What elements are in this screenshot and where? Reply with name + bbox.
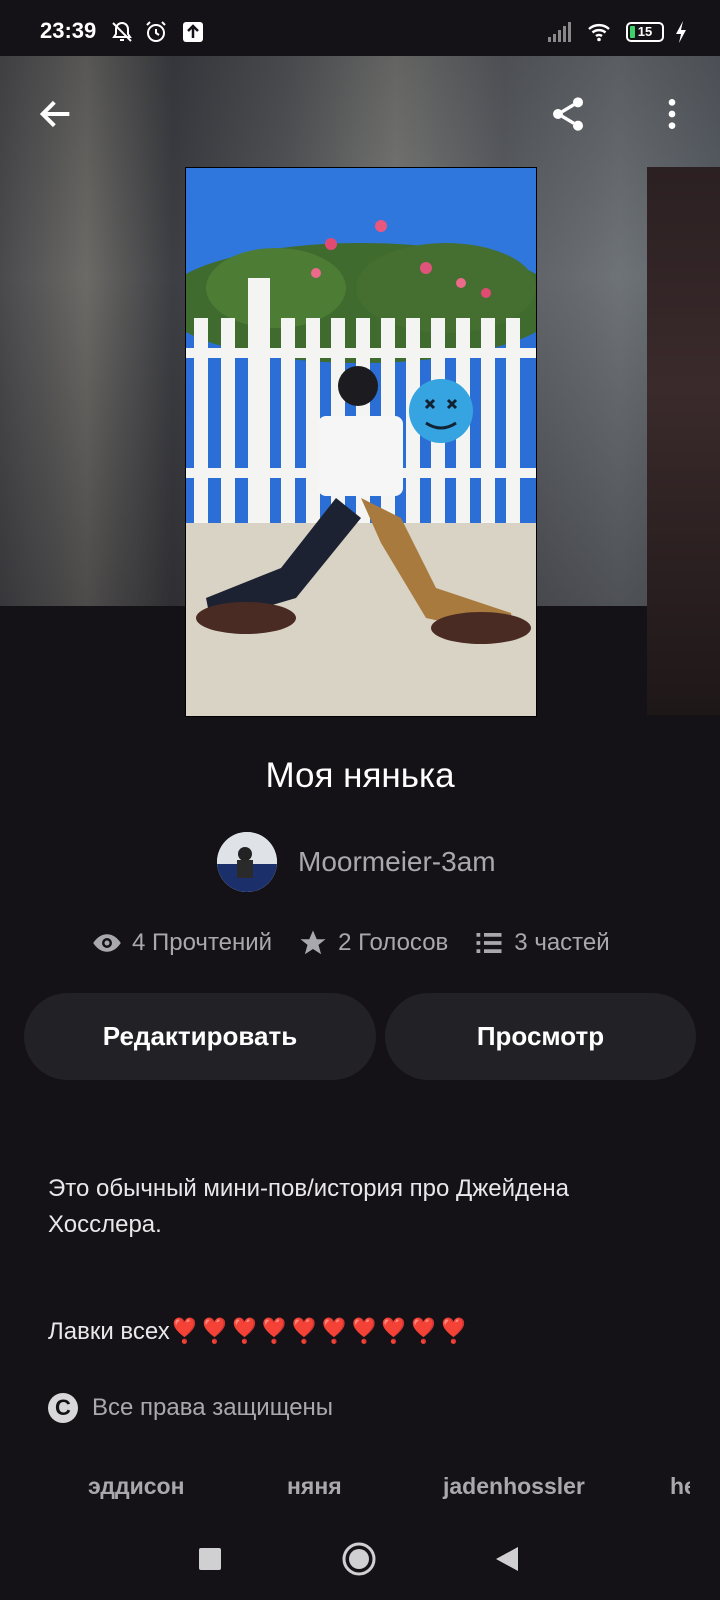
signal-icon (546, 20, 572, 44)
parts-stat[interactable]: 3 частей (474, 928, 610, 958)
more-options-button[interactable] (644, 86, 700, 142)
back-button[interactable] (28, 86, 84, 142)
eye-icon (93, 934, 121, 952)
status-time: 23:39 (40, 18, 97, 43)
home-circle-icon (342, 1542, 376, 1576)
edit-button[interactable]: Редактировать (24, 993, 376, 1080)
share-icon (553, 97, 583, 131)
votes-stat: 2 Голосов (298, 928, 448, 958)
copyright-icon: C (48, 1393, 78, 1423)
battery-icon: 15 (626, 22, 664, 42)
tag-chip[interactable]: эддисон (88, 1473, 184, 1500)
votes-count: 2 Голосов (338, 929, 449, 956)
list-icon (476, 933, 502, 953)
parts-count: 3 частей (514, 929, 610, 956)
reads-count: 4 Прочтений (132, 929, 273, 956)
status-bar: 23:39 15 (0, 0, 720, 56)
star-icon (300, 930, 326, 955)
reads-stat: 4 Прочтений (92, 928, 272, 958)
bell-off-icon (109, 20, 135, 44)
more-vertical-icon (668, 99, 676, 129)
avatar-image (217, 832, 277, 892)
battery-level: 15 (637, 24, 653, 39)
tag-chip[interactable]: няня (287, 1473, 342, 1500)
story-description-note: Лавки всех❣️❣️❣️❣️❣️❣️❣️❣️❣️❣️ (48, 1318, 469, 1345)
copyright-row: C Все права защищены (48, 1393, 333, 1423)
author-name[interactable]: Moormeier-3am (298, 846, 496, 878)
home-button[interactable] (334, 1534, 384, 1584)
upload-icon (180, 20, 206, 44)
story-description: Это обычный мини-пов/история про Джейден… (48, 1175, 570, 1238)
avatar[interactable] (217, 832, 277, 892)
alarm-icon (143, 20, 169, 44)
share-button[interactable] (540, 86, 596, 142)
triangle-back-icon (496, 1547, 518, 1571)
tag-list: эддисон няня jadenhossler he (0, 1473, 690, 1513)
next-story-cover[interactable] (647, 167, 720, 715)
tag-chip[interactable]: he (670, 1473, 690, 1500)
tag-chip[interactable]: jadenhossler (443, 1473, 585, 1500)
square-icon (199, 1548, 221, 1570)
author-row[interactable]: Moormeier-3am (217, 832, 496, 892)
preview-button[interactable]: Просмотр (385, 993, 696, 1080)
story-cover[interactable] (185, 167, 537, 717)
story-title: Моя нянька (265, 756, 455, 795)
arrow-left-icon (39, 100, 70, 128)
back-nav-button[interactable] (482, 1534, 532, 1584)
wifi-icon (584, 20, 614, 44)
recent-apps-button[interactable] (185, 1534, 235, 1584)
system-navigation-bar (0, 1520, 720, 1600)
cover-image (186, 168, 536, 716)
charging-icon (672, 20, 690, 44)
story-stats: 4 Прочтений 2 Голосов 3 частей (92, 928, 636, 958)
copyright-text: Все права защищены (92, 1394, 334, 1421)
